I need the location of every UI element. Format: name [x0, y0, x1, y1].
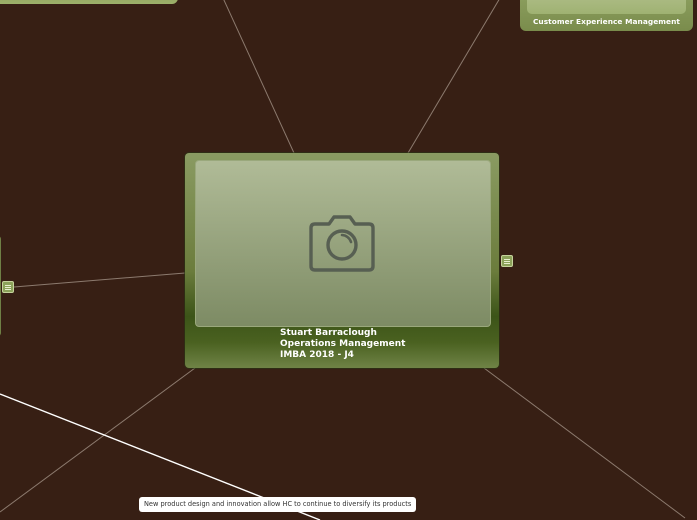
- mind-map-canvas[interactable]: Customer Experience Management Stuart Ba…: [0, 0, 697, 520]
- relationship-label[interactable]: New product design and innovation allow …: [139, 497, 417, 512]
- camera-icon: [309, 215, 375, 272]
- caption-line-cohort: IMBA 2018 - J4: [280, 350, 354, 360]
- topic-node-left[interactable]: [0, 236, 1, 336]
- link-top-left: [223, 0, 295, 154]
- caption-line-course: Operations Management: [280, 339, 406, 349]
- image-placeholder[interactable]: [195, 160, 491, 327]
- central-topic-node[interactable]: Stuart Barraclough Operations Management…: [185, 153, 499, 368]
- link-top-right: [407, 0, 500, 154]
- link-left: [13, 272, 186, 288]
- topic-node-customer-experience[interactable]: Customer Experience Management: [520, 0, 693, 31]
- topic-image-area: [527, 0, 686, 14]
- link-bottom-left: [0, 367, 196, 513]
- topic-label: Customer Experience Management: [532, 17, 681, 26]
- topic-node-top-left[interactable]: [0, 0, 178, 4]
- link-bottom-right: [483, 367, 686, 519]
- collapse-toggle-left[interactable]: [2, 281, 14, 293]
- collapse-toggle-right[interactable]: [501, 255, 513, 267]
- caption-line-name: Stuart Barraclough: [280, 328, 377, 338]
- central-topic-title: Stuart Barraclough Operations Management…: [280, 328, 405, 361]
